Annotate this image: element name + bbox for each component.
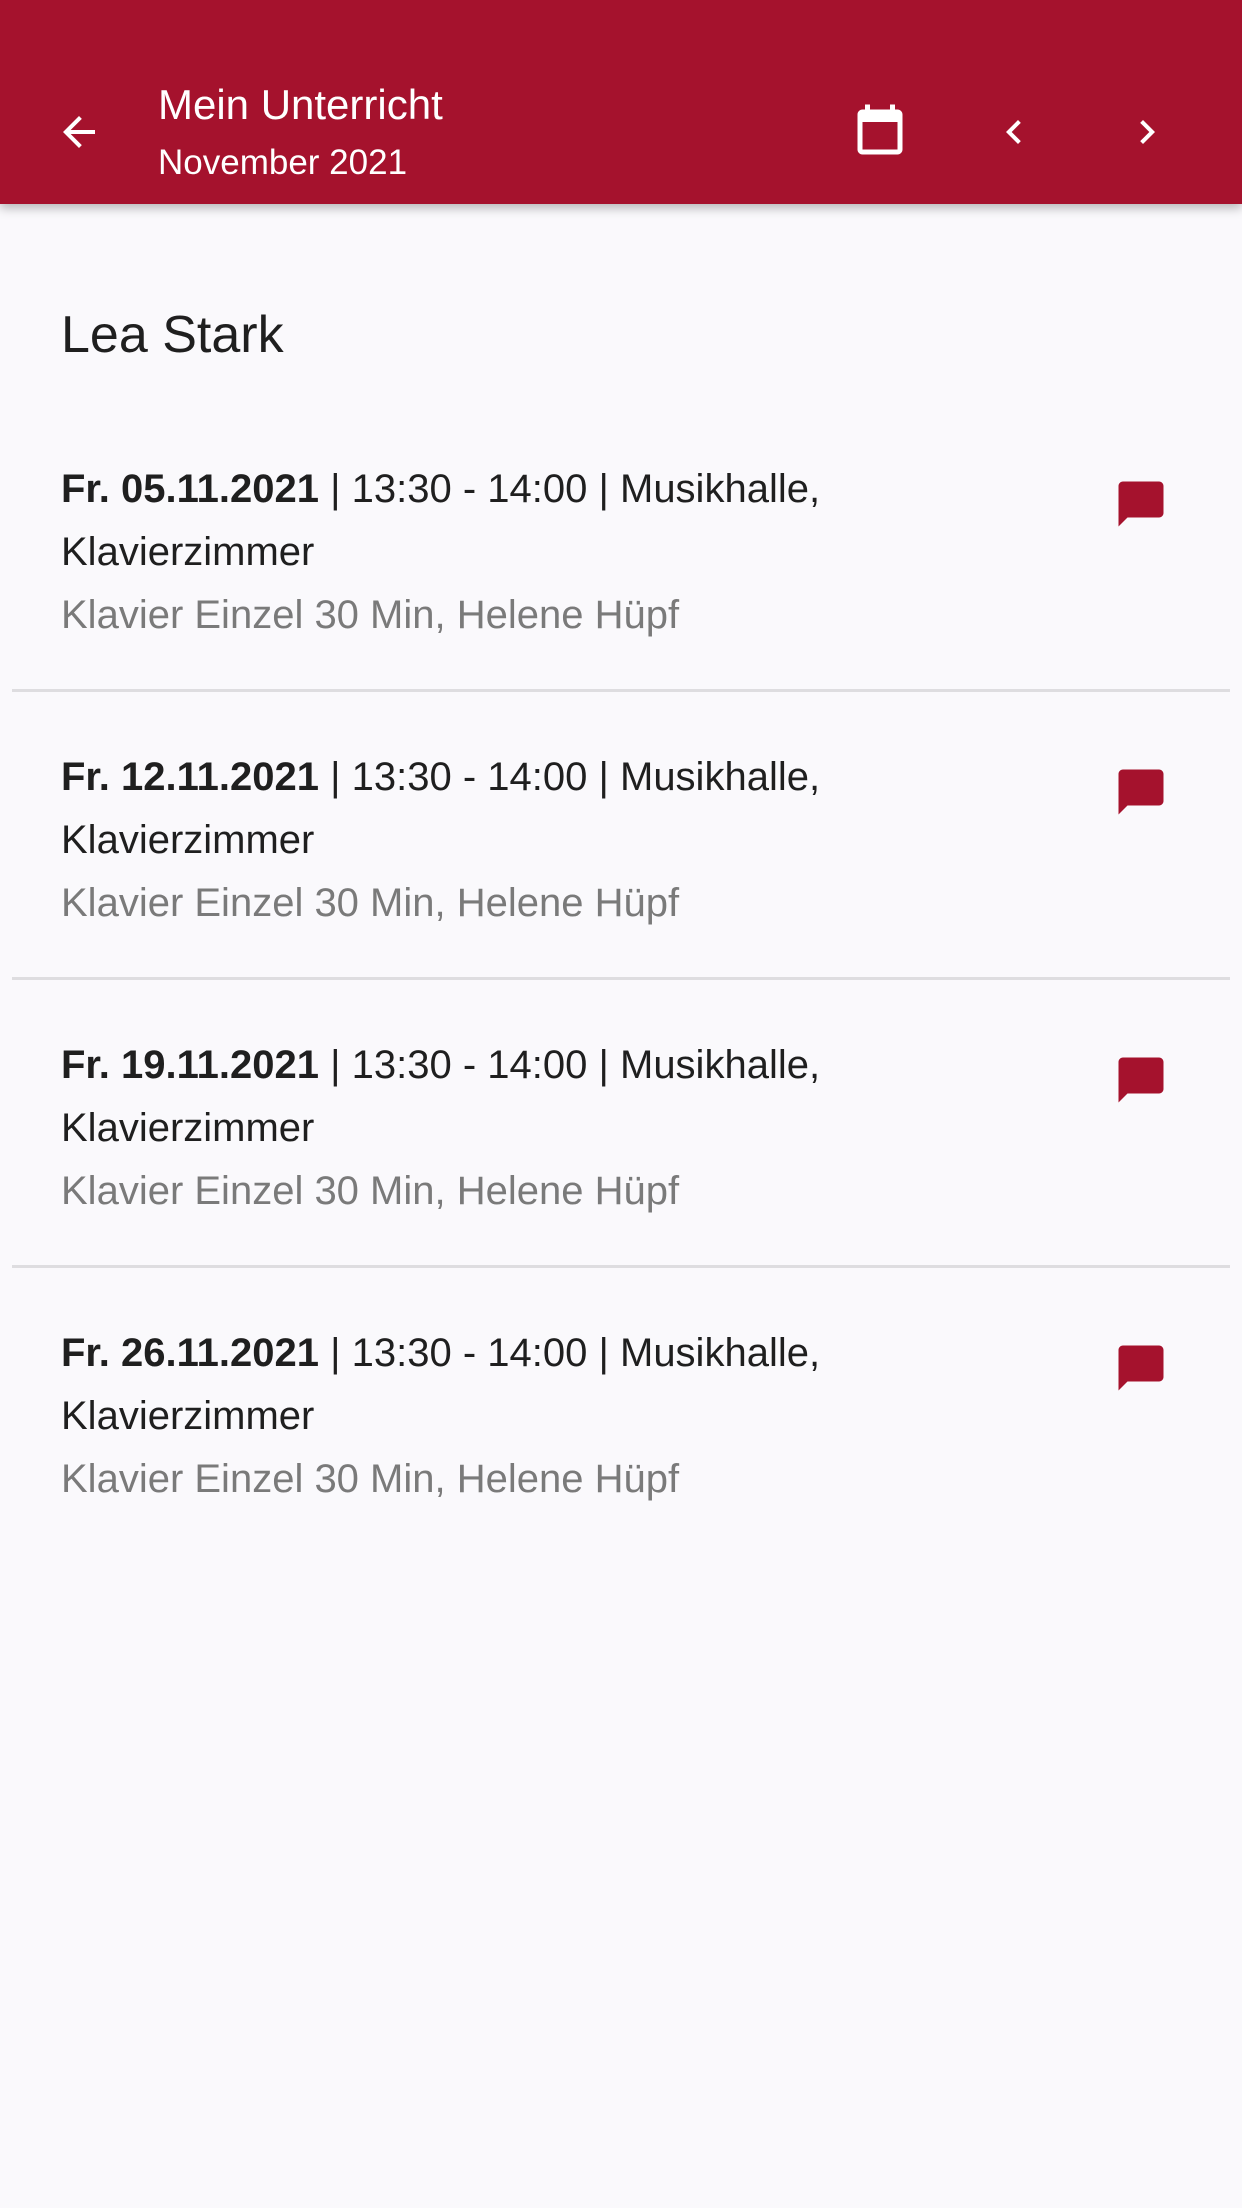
student-name: Lea Stark bbox=[61, 306, 284, 364]
lesson-room: Klavierzimmer bbox=[61, 818, 315, 862]
comment-icon bbox=[1118, 769, 1164, 815]
lesson-detail: Klavier Einzel 30 Min, Helene Hüpf bbox=[61, 881, 680, 925]
lesson-detail: Klavier Einzel 30 Min, Helene Hüpf bbox=[61, 593, 680, 637]
lesson-time-location: | 13:30 - 14:00 | Musikhalle, bbox=[319, 467, 821, 511]
lesson-date-time-location: Fr. 12.11.2021 | 13:30 - 14:00 | Musikha… bbox=[61, 746, 1061, 809]
lesson-detail: Klavier Einzel 30 Min, Helene Hüpf bbox=[61, 1457, 680, 1501]
lesson-item[interactable]: Fr. 12.11.2021 | 13:30 - 14:00 | Musikha… bbox=[0, 692, 1242, 980]
lesson-room: Klavierzimmer bbox=[61, 530, 315, 574]
calendar-icon bbox=[857, 104, 903, 155]
page-title: Mein Unterricht bbox=[158, 81, 443, 128]
lesson-comment-button[interactable] bbox=[1093, 744, 1189, 840]
lesson-date-time-location: Fr. 26.11.2021 | 13:30 - 14:00 | Musikha… bbox=[61, 1322, 1061, 1385]
calendar-button[interactable] bbox=[832, 84, 928, 180]
lesson-date: Fr. 12.11.2021 bbox=[61, 755, 320, 799]
lesson-text: Fr. 05.11.2021 | 13:30 - 14:00 | Musikha… bbox=[61, 458, 1061, 647]
comment-icon bbox=[1118, 481, 1164, 527]
lesson-room: Klavierzimmer bbox=[61, 1394, 315, 1438]
lesson-item[interactable]: Fr. 19.11.2021 | 13:30 - 14:00 | Musikha… bbox=[0, 980, 1242, 1268]
comment-icon bbox=[1118, 1057, 1164, 1103]
lesson-text: Fr. 12.11.2021 | 13:30 - 14:00 | Musikha… bbox=[61, 746, 1061, 935]
lesson-text: Fr. 19.11.2021 | 13:30 - 14:00 | Musikha… bbox=[61, 1034, 1061, 1223]
lesson-date-time-location: Fr. 19.11.2021 | 13:30 - 14:00 | Musikha… bbox=[61, 1034, 1061, 1097]
chevron-left-icon bbox=[1006, 120, 1021, 144]
chevron-right-icon bbox=[1140, 120, 1155, 144]
lesson-comment-button[interactable] bbox=[1093, 1032, 1189, 1128]
lesson-comment-button[interactable] bbox=[1093, 456, 1189, 552]
next-month-button[interactable] bbox=[1099, 84, 1195, 180]
lesson-date: Fr. 26.11.2021 bbox=[61, 1331, 320, 1375]
lesson-date: Fr. 19.11.2021 bbox=[61, 1043, 320, 1087]
lesson-room: Klavierzimmer bbox=[61, 1106, 315, 1150]
lesson-time-location: | 13:30 - 14:00 | Musikhalle, bbox=[319, 1043, 821, 1087]
page-subtitle-month: November 2021 bbox=[158, 143, 408, 182]
arrow-left-icon bbox=[63, 116, 95, 148]
lesson-text: Fr. 26.11.2021 | 13:30 - 14:00 | Musikha… bbox=[61, 1322, 1061, 1511]
comment-icon bbox=[1118, 1345, 1164, 1391]
lesson-item[interactable]: Fr. 05.11.2021 | 13:30 - 14:00 | Musikha… bbox=[0, 404, 1242, 692]
lesson-item[interactable]: Fr. 26.11.2021 | 13:30 - 14:00 | Musikha… bbox=[0, 1268, 1242, 1556]
lesson-time-location: | 13:30 - 14:00 | Musikhalle, bbox=[319, 1331, 821, 1375]
back-button[interactable] bbox=[31, 84, 127, 180]
lesson-list: Fr. 05.11.2021 | 13:30 - 14:00 | Musikha… bbox=[0, 404, 1242, 1556]
lesson-date: Fr. 05.11.2021 bbox=[61, 467, 320, 511]
lesson-date-time-location: Fr. 05.11.2021 | 13:30 - 14:00 | Musikha… bbox=[61, 458, 1061, 521]
lesson-time-location: | 13:30 - 14:00 | Musikhalle, bbox=[319, 755, 821, 799]
app-bar: Mein Unterricht November 2021 bbox=[0, 0, 1242, 204]
lesson-detail: Klavier Einzel 30 Min, Helene Hüpf bbox=[61, 1169, 680, 1213]
lesson-comment-button[interactable] bbox=[1093, 1320, 1189, 1416]
previous-month-button[interactable] bbox=[966, 84, 1062, 180]
